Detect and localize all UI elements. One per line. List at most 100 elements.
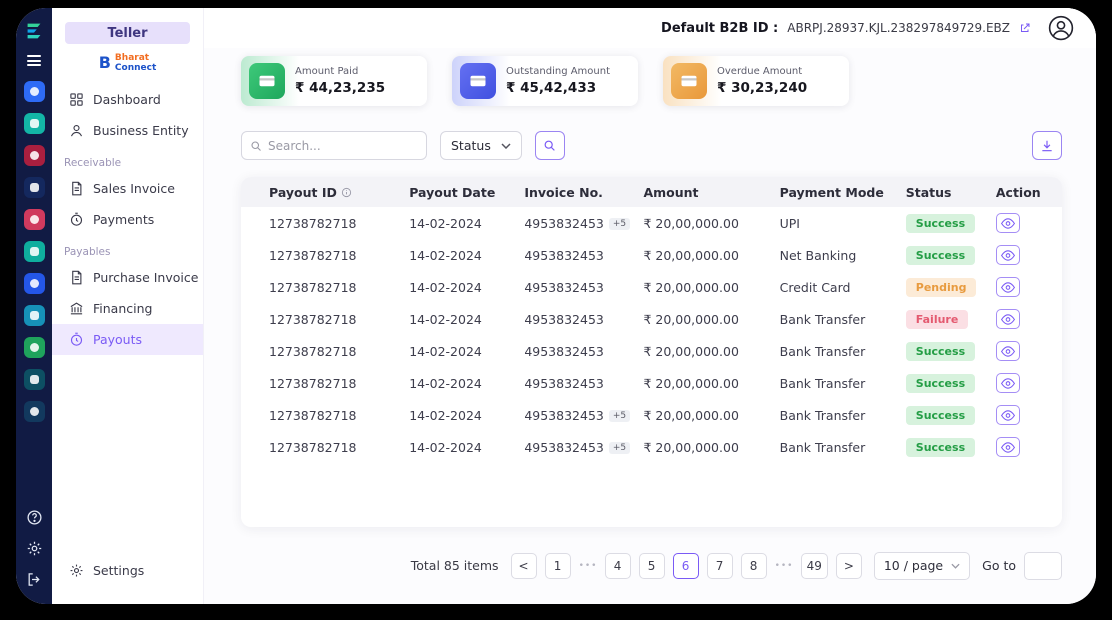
rail-settings-gear-icon[interactable] (26, 540, 43, 557)
invoice-extra-chip: +5 (608, 217, 631, 230)
sidebar-item-label: Dashboard (93, 91, 161, 107)
rail-app-icon-9[interactable] (23, 337, 45, 358)
pagination-next-button[interactable]: > (835, 552, 862, 579)
page-size-select[interactable]: 10 / page (873, 551, 971, 580)
rail-app-icon-3[interactable] (23, 145, 45, 166)
pagination-page-5[interactable]: 5 (638, 552, 665, 579)
status-filter-select[interactable]: Status (440, 131, 522, 160)
cell-payout-id: 12738782718 (269, 247, 357, 263)
payout-table-body: 12738782718 14-02-2024 4953832453 +5 ₹ 20… (241, 207, 1062, 463)
sidebar-item-purchase-invoice[interactable]: Purchase Invoice (52, 262, 203, 293)
table-row: 12738782718 14-02-2024 4953832453 ₹ 20,0… (241, 271, 1062, 303)
app-rail (16, 8, 52, 604)
cell-payout-id: 12738782718 (269, 407, 357, 423)
cell-action (995, 431, 1062, 463)
cell-payout-date: 14-02-2024 (409, 375, 482, 391)
view-payout-button[interactable] (995, 245, 1020, 265)
workspace-title: Teller (65, 22, 190, 44)
external-link-icon[interactable] (1019, 22, 1031, 34)
stat-value: ₹ 44,23,235 (295, 80, 386, 96)
rail-app-icon-11[interactable] (23, 401, 45, 422)
sidebar-item-business-entity[interactable]: Business Entity (52, 115, 203, 146)
cell-payment-mode: Bank Transfer (779, 343, 866, 359)
rail-app-icon-2[interactable] (23, 113, 45, 134)
status-badge: Pending (905, 277, 977, 297)
sidebar-item-payments[interactable]: Payments (52, 204, 203, 235)
cell-payout-date: 14-02-2024 (409, 215, 482, 231)
view-payout-button[interactable] (995, 437, 1020, 457)
stat-value: ₹ 30,23,240 (717, 80, 808, 96)
sidebar-item-settings[interactable]: Settings (52, 555, 203, 586)
menu-hamburger-icon[interactable] (27, 55, 41, 66)
topbar: Default B2B ID : ABRPJ.28937.KJL.2382978… (204, 8, 1096, 48)
bharat-connect-logo: B Bharat Connect (52, 53, 203, 74)
sidebar-item-label: Settings (93, 563, 145, 578)
info-icon[interactable] (341, 187, 352, 198)
logout-icon[interactable] (26, 571, 43, 588)
search-input[interactable] (268, 138, 418, 153)
cell-action (995, 367, 1062, 399)
view-payout-button[interactable] (995, 213, 1020, 233)
rail-app-icon-10[interactable] (23, 369, 45, 390)
cell-payout-date: 14-02-2024 (409, 407, 482, 423)
cell-invoice-no: 4953832453 (524, 279, 604, 295)
eye-icon (1000, 281, 1015, 293)
view-payout-button[interactable] (995, 341, 1020, 361)
status-badge: Success (905, 341, 976, 361)
sidebar-item-dashboard[interactable]: Dashboard (52, 84, 203, 115)
stat-card-amount-paid: Amount Paid ₹ 44,23,235 (241, 56, 427, 106)
rail-app-icon-5[interactable] (23, 209, 45, 230)
cell-payout-id: 12738782718 (269, 215, 357, 231)
pagination-page-6[interactable]: 6 (672, 552, 699, 579)
cell-payment-mode: Bank Transfer (779, 375, 866, 391)
rail-app-icon-7[interactable] (23, 273, 45, 294)
goto-page-input[interactable] (1024, 551, 1062, 580)
stat-label: Amount Paid (295, 66, 359, 77)
pagination-page-1[interactable]: 1 (544, 552, 571, 579)
cell-payout-id: 12738782718 (269, 311, 357, 327)
pagination-page-4[interactable]: 4 (604, 552, 631, 579)
cell-action (995, 399, 1062, 431)
table-row: 12738782718 14-02-2024 4953832453 +5 ₹ 20… (241, 399, 1062, 431)
view-payout-button[interactable] (995, 277, 1020, 297)
sidebar-item-sales-invoice[interactable]: Sales Invoice (52, 173, 203, 204)
dashboard-grid-icon (70, 93, 83, 106)
cell-action (995, 207, 1062, 239)
cell-payout-date: 14-02-2024 (409, 279, 482, 295)
rail-app-icon-1[interactable] (23, 81, 45, 102)
pagination-page-8[interactable]: 8 (740, 552, 767, 579)
rail-app-icon-8[interactable] (23, 305, 45, 326)
b2b-id-value: ABRPJ.28937.KJL.238297849729.EBZ (787, 21, 1010, 35)
view-payout-button[interactable] (995, 373, 1020, 393)
status-badge: Success (905, 245, 976, 265)
search-icon (544, 140, 556, 151)
rail-app-icon-4[interactable] (23, 177, 45, 198)
settings-gear-icon (70, 564, 83, 577)
rail-app-icon-6[interactable] (23, 241, 45, 262)
product-logo-icon (27, 23, 41, 39)
cell-payout-date: 14-02-2024 (409, 343, 482, 359)
pagination-page-7[interactable]: 7 (706, 552, 733, 579)
stat-label: Outstanding Amount (506, 66, 611, 77)
pagination-prev-button[interactable]: < (510, 552, 537, 579)
view-payout-button[interactable] (995, 309, 1020, 329)
search-submit-button[interactable] (534, 131, 565, 160)
col-header-payout-id: Payout ID (241, 177, 410, 207)
goto-label: Go to (982, 558, 1016, 573)
sidebar-item-payouts[interactable]: Payouts (52, 323, 203, 355)
download-button[interactable] (1032, 131, 1062, 160)
credit-card-icon (249, 63, 285, 99)
help-icon[interactable] (26, 509, 43, 526)
sidebar-item-financing[interactable]: Financing (52, 293, 203, 324)
sidebar-item-label: Payments (93, 211, 155, 227)
cell-invoice-no: 4953832453 (524, 375, 604, 391)
status-badge: Success (905, 213, 976, 233)
main-panel: Default B2B ID : ABRPJ.28937.KJL.2382978… (204, 8, 1096, 604)
cell-payment-mode: Net Banking (779, 247, 857, 263)
view-payout-button[interactable] (995, 405, 1020, 425)
cell-status: Success (905, 367, 996, 399)
user-avatar[interactable] (1048, 15, 1074, 41)
app-window: Teller B Bharat Connect Dashboard Busine… (16, 8, 1096, 604)
pagination-page-49[interactable]: 49 (800, 552, 828, 579)
sidebar-section-payables: Payables (64, 245, 111, 258)
